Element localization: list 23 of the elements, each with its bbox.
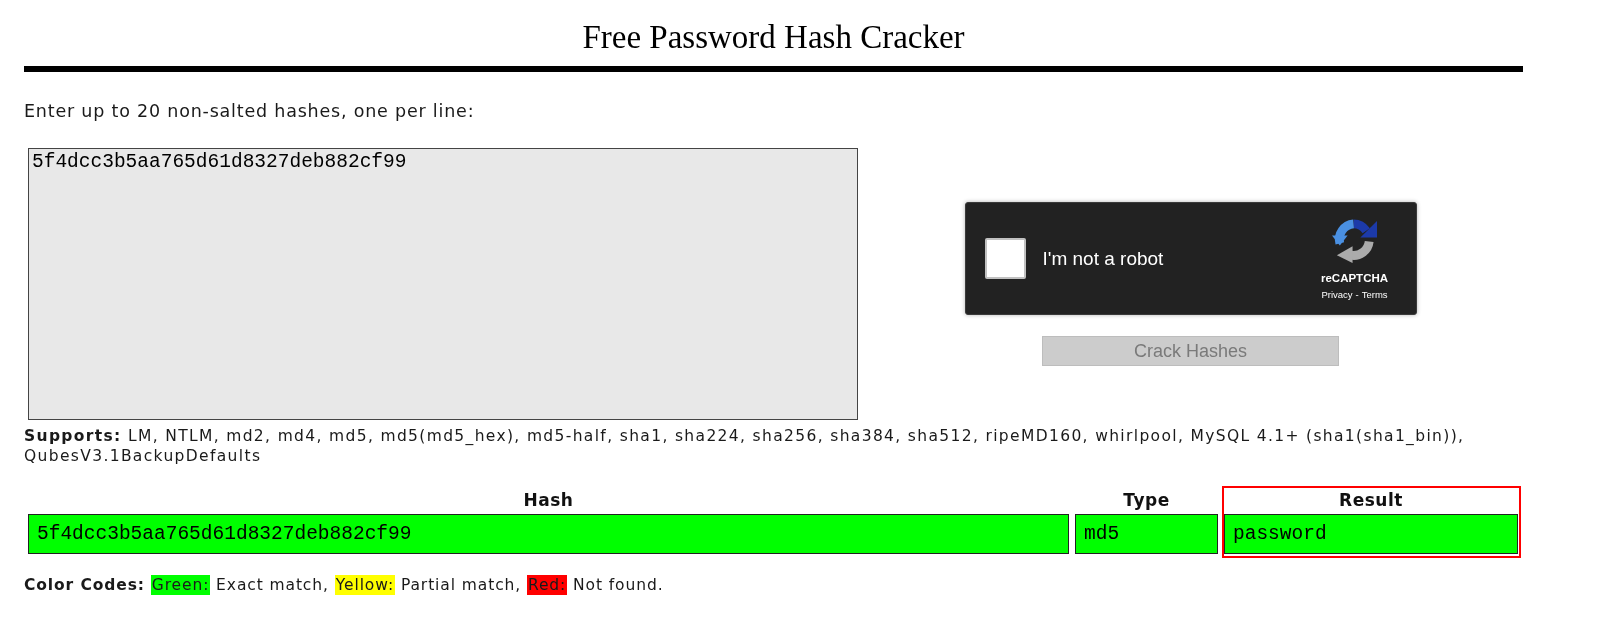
legend-text: Exact match, <box>216 575 329 595</box>
table-cell: md5 <box>1075 514 1218 554</box>
table-cell: password <box>1224 514 1518 554</box>
link-separator: - <box>1355 289 1359 301</box>
captcha-label: I'm not a robot <box>1042 247 1164 270</box>
color-key: Green: <box>150 575 211 595</box>
footer-link[interactable]: Privacy <box>1321 289 1353 301</box>
supports-text: Supports: LM, NTLM, md2, md4, md5, md5(md5_hex), md5-half, sha1, sha224, sha256, sha384, sha512, ripeMD160, whirlpool, MySQL 4.1+ (sha1(sha1_bin)), QubesV3.1BackupDefaults <box>24 426 1466 466</box>
page-title: Free Password Hash Cracker <box>582 18 965 56</box>
color-key: Red: <box>526 575 568 595</box>
footer-link[interactable]: Terms <box>1361 289 1388 301</box>
recaptcha-brand-text: reCAPTCHA <box>1320 271 1389 285</box>
column-header: Result <box>1339 489 1403 512</box>
color-key: Yellow: <box>334 575 396 595</box>
legend-text: Not found. <box>573 575 664 595</box>
hash-input-field[interactable]: 5f4dcc3b5aa765d61d8327deb882cf99 <box>28 148 858 420</box>
legend-text: Partial match, <box>400 575 522 595</box>
legend-label: Color Codes: <box>24 575 145 595</box>
captcha-checkbox[interactable] <box>984 238 1026 279</box>
table-cell: 5f4dcc3b5aa765d61d8327deb882cf99 <box>28 514 1069 554</box>
column-header: Type <box>1123 489 1170 512</box>
column-header: Hash <box>523 489 574 512</box>
intro-text: Enter up to 20 non-salted hashes, one per line: <box>24 100 475 122</box>
